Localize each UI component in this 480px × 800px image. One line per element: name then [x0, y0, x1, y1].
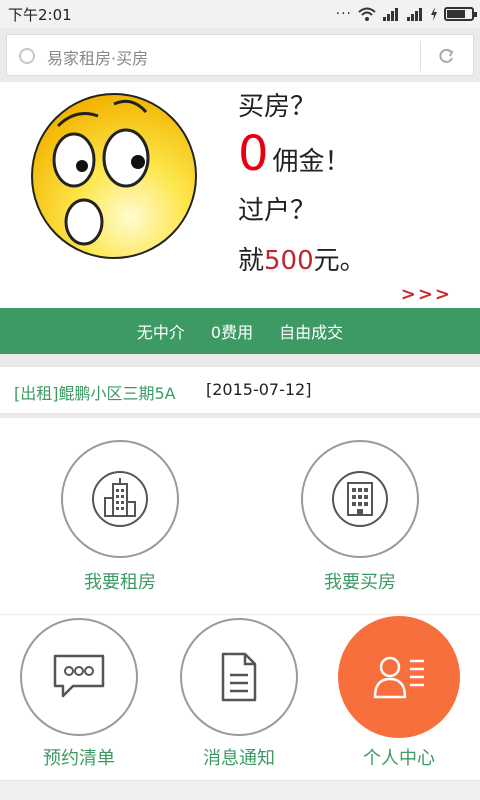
banner-commission-text: 佣金！ [272, 147, 351, 177]
chat-bubble-icon [53, 654, 105, 698]
buildings-icon [92, 471, 148, 527]
bottom-edge [0, 780, 480, 800]
document-icon [221, 652, 257, 702]
signal-icon-1 [383, 8, 398, 21]
more-dots-icon: ··· [335, 6, 352, 22]
promo-banner[interactable]: 买房？ 0 佣金！ 过户？ 就500元。 >>> [0, 82, 480, 308]
banner-line-transfer: 过户？ [238, 196, 317, 226]
rent-label[interactable]: 我要租房 [50, 568, 190, 594]
banner-zero: 0 [238, 126, 269, 182]
status-time: 下午2:01 [8, 6, 72, 24]
banner-price-prefix: 就 [238, 246, 265, 276]
banner-line-commission: 0 佣金！ [238, 126, 351, 182]
profile-label[interactable]: 个人中心 [329, 744, 469, 770]
appointments-label[interactable]: 预约清单 [9, 744, 149, 770]
building-icon [332, 471, 388, 527]
promo-strip: 无中介 0费用 自由成交 [0, 308, 480, 354]
promo-item-free-trade: 自由成交 [279, 323, 344, 342]
news-row[interactable]: [出租]鲲鹏小区三期5A [2015-07-12] [0, 366, 480, 414]
banner-line-price: 就500元。 [238, 240, 366, 277]
news-title[interactable]: [出租]鲲鹏小区三期5A [14, 380, 176, 404]
news-date: [2015-07-12] [206, 380, 312, 399]
refresh-icon[interactable] [437, 47, 455, 65]
signal-icon-2 [407, 8, 422, 21]
status-icons: ··· [335, 6, 477, 22]
profile-card-icon [373, 656, 424, 699]
wifi-icon [358, 7, 376, 21]
search-divider [420, 41, 421, 71]
notifications-label[interactable]: 消息通知 [169, 744, 309, 770]
appointments-button[interactable] [20, 618, 138, 736]
buy-label[interactable]: 我要买房 [290, 568, 430, 594]
buy-button[interactable] [301, 440, 419, 558]
search-bar[interactable]: 易家租房·买房 [6, 34, 474, 76]
banner-price-suffix: 元。 [313, 246, 366, 276]
profile-button[interactable] [338, 616, 460, 738]
battery-icon [444, 7, 477, 21]
notifications-button[interactable] [180, 618, 298, 736]
surprised-face-emoji-icon [31, 93, 197, 259]
menu-grid: 我要租房 我要买房 预约清单 消息通知 个人中心 [0, 418, 480, 780]
rent-button[interactable] [61, 440, 179, 558]
search-circle-icon [19, 48, 35, 64]
banner-more-arrows[interactable]: >>> [401, 284, 452, 305]
charging-icon [431, 7, 437, 21]
promo-item-no-agent: 无中介 [136, 323, 185, 342]
banner-line-buy: 买房？ [238, 92, 317, 122]
search-placeholder: 易家租房·买房 [47, 49, 149, 68]
banner-price-amount: 500 [264, 246, 314, 276]
promo-item-zero-fee: 0费用 [210, 323, 254, 342]
grid-divider [0, 614, 480, 615]
status-bar: 下午2:01 ··· [0, 0, 480, 28]
